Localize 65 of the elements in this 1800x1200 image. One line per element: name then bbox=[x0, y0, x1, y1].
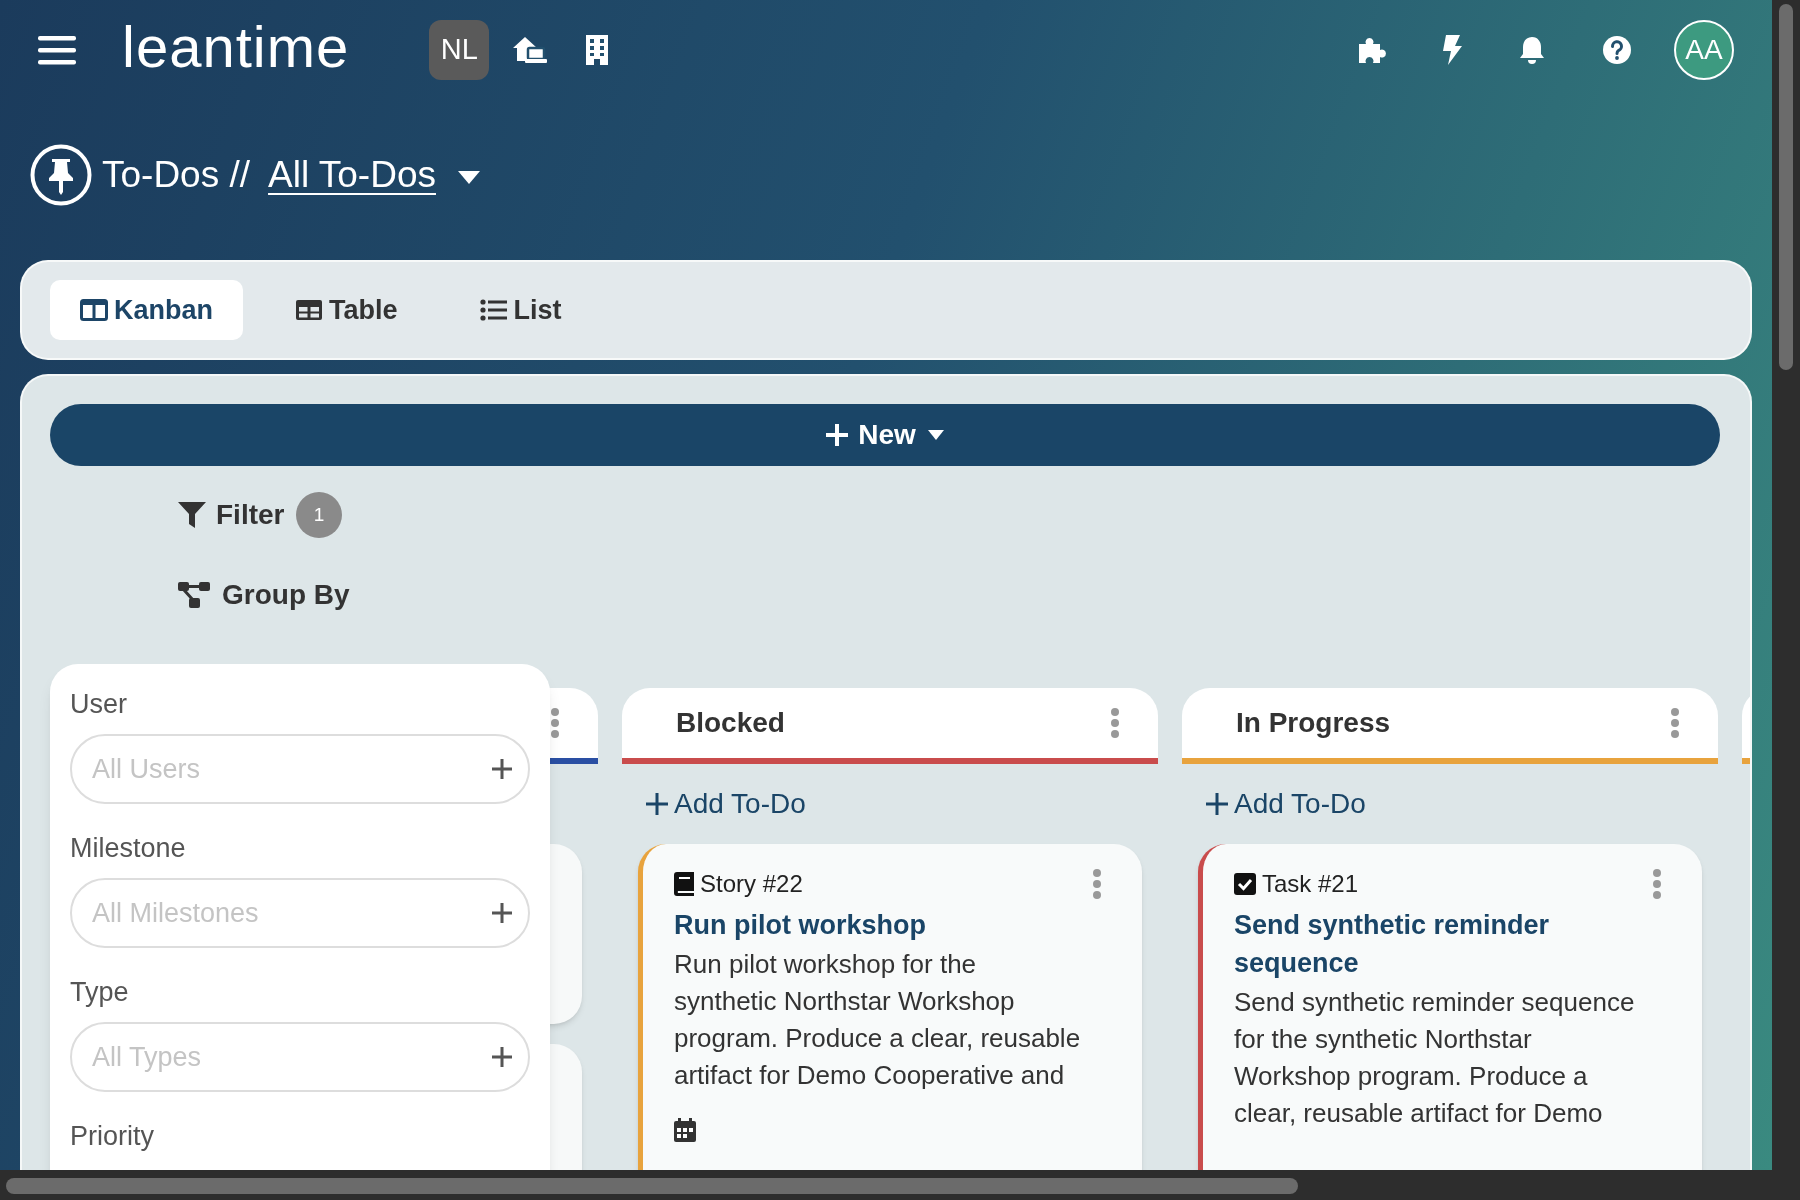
horizontal-scrollbar[interactable] bbox=[6, 1178, 1298, 1194]
kebab-icon[interactable] bbox=[1652, 869, 1662, 899]
bolt-icon[interactable] bbox=[1440, 34, 1464, 66]
checkbox-icon bbox=[1234, 873, 1256, 895]
field-label: Type bbox=[70, 976, 130, 1009]
caret-down-icon[interactable] bbox=[458, 170, 480, 184]
plus-icon bbox=[826, 424, 849, 446]
description-line: for the synthetic Northstar bbox=[1234, 1023, 1533, 1056]
description-line: Send synthetic reminder sequence bbox=[1234, 986, 1636, 1019]
page-title: To-Dos // bbox=[102, 153, 251, 198]
plus-icon[interactable] bbox=[492, 1047, 512, 1067]
plus-icon bbox=[1206, 793, 1228, 815]
kebab-icon[interactable] bbox=[1092, 869, 1102, 899]
kebab-icon[interactable] bbox=[1670, 708, 1680, 738]
book-icon bbox=[674, 872, 694, 896]
building-icon[interactable] bbox=[585, 34, 610, 66]
add-todo-button[interactable]: Add To-Do bbox=[638, 764, 806, 844]
caret-down-icon bbox=[927, 430, 944, 440]
count-badge: 1 bbox=[296, 492, 342, 538]
bell-icon[interactable] bbox=[1518, 35, 1546, 65]
ticket-number: Task #21 bbox=[1262, 869, 1360, 899]
vertical-scrollbar[interactable] bbox=[1779, 4, 1793, 370]
puzzle-icon[interactable] bbox=[1356, 35, 1386, 65]
filter-icon bbox=[178, 502, 206, 528]
menu-icon[interactable] bbox=[38, 34, 76, 66]
description-line: Run pilot workshop for the bbox=[674, 948, 978, 981]
logo[interactable]: leantime bbox=[122, 18, 350, 76]
table-icon bbox=[295, 299, 323, 321]
description-line: Workshop program. Produce a bbox=[1234, 1060, 1589, 1093]
project-badge[interactable]: NL bbox=[429, 20, 490, 80]
columns-icon bbox=[80, 299, 108, 321]
description-line: synthetic Northstar Workshop bbox=[674, 985, 1016, 1018]
description-line: program. Produce a clear, reusable bbox=[674, 1022, 1082, 1055]
select-field[interactable]: All Milestones bbox=[70, 878, 530, 948]
view-tab[interactable]: Kanban bbox=[50, 280, 243, 340]
view-tab[interactable]: Table bbox=[265, 280, 428, 340]
field-label: User bbox=[70, 688, 128, 721]
add-todo-button[interactable]: Add To-Do bbox=[1198, 764, 1366, 844]
plus-icon[interactable] bbox=[492, 759, 512, 779]
new-button[interactable]: New bbox=[50, 404, 1720, 466]
description-line: artifact for Demo Cooperative and bbox=[674, 1059, 1066, 1092]
kebab-icon[interactable] bbox=[1110, 708, 1120, 738]
diagram-icon bbox=[178, 582, 210, 608]
pin-icon bbox=[30, 144, 92, 206]
task-title-link[interactable]: Send synthetic reminder sequence bbox=[1234, 906, 1662, 982]
list-icon bbox=[479, 299, 508, 321]
help-icon[interactable] bbox=[1602, 35, 1632, 65]
description-line: clear, reusable artifact for Demo bbox=[1234, 1097, 1604, 1130]
column-title: Blocked bbox=[676, 706, 786, 740]
select-field[interactable]: All Users bbox=[70, 734, 530, 804]
field-label: Priority bbox=[70, 1120, 155, 1153]
plus-icon bbox=[646, 793, 668, 815]
ticket-number: Story #22 bbox=[700, 869, 804, 899]
task-title-link[interactable]: Run pilot workshop bbox=[674, 906, 1102, 944]
view-tab[interactable]: List bbox=[449, 280, 592, 340]
view-selector-link[interactable]: All To-Dos bbox=[268, 147, 436, 203]
calendar-icon[interactable] bbox=[674, 1118, 696, 1142]
plus-icon[interactable] bbox=[492, 903, 512, 923]
house-laptop-icon[interactable] bbox=[511, 35, 548, 65]
field-label: Milestone bbox=[70, 832, 187, 865]
filter-button[interactable]: Filter bbox=[178, 494, 285, 536]
group-by-button[interactable]: Group By bbox=[178, 574, 350, 616]
column-title: In Progress bbox=[1236, 706, 1392, 740]
kebab-icon[interactable] bbox=[550, 708, 560, 738]
select-field[interactable]: All Types bbox=[70, 1022, 530, 1092]
